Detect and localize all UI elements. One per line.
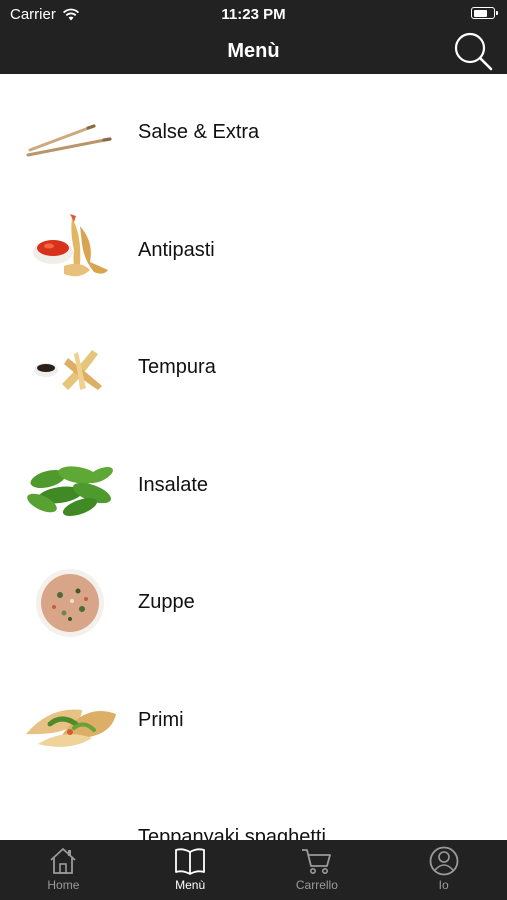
menu-item-salse-extra[interactable]: Salse & Extra — [0, 74, 507, 192]
menu-item-label: Antipasti — [138, 238, 215, 261]
menu-item-label: Teppanyaki spaghetti — [138, 826, 326, 840]
tab-home[interactable]: Home — [0, 840, 127, 900]
book-icon — [175, 848, 206, 875]
battery-icon — [471, 7, 498, 19]
edamame-image — [20, 445, 120, 525]
navigation-bar: Menù — [0, 28, 507, 74]
menu-item-label: Tempura — [138, 356, 216, 379]
tab-label: Home — [47, 878, 80, 892]
tab-cart[interactable]: Carrello — [254, 840, 381, 900]
menu-item-zuppe[interactable]: Zuppe — [0, 544, 507, 662]
menu-item-tempura[interactable]: Tempura — [0, 309, 507, 427]
battery-level — [473, 9, 487, 17]
menu-item-primi[interactable]: Primi — [0, 662, 507, 780]
menu-item-label: Insalate — [138, 473, 209, 496]
menu-category-list[interactable]: Salse & Extra Antipasti Tempura Insalate… — [0, 74, 507, 840]
tab-menu[interactable]: Menù — [127, 840, 254, 900]
clock: 11:23 PM — [221, 6, 286, 23]
status-bar: Carrier 11:23 PM — [0, 0, 507, 28]
fried-dumplings-image — [20, 680, 120, 760]
cart-icon — [301, 849, 331, 874]
tab-label: Io — [438, 878, 449, 892]
chopsticks-image — [20, 93, 120, 173]
tab-label: Carrello — [295, 878, 338, 892]
tab-bar: Home Menù Carrello Io — [0, 840, 507, 900]
menu-item-label: Primi — [138, 708, 184, 731]
tab-profile[interactable]: Io — [380, 840, 507, 900]
menu-item-teppanyaki-spaghetti[interactable]: Teppanyaki spaghetti — [0, 779, 507, 840]
page-title: Menù — [227, 40, 280, 62]
menu-item-label: Salse & Extra — [138, 121, 260, 144]
home-icon — [50, 848, 76, 874]
fried-shrimp-image — [20, 210, 120, 290]
search-button[interactable] — [451, 30, 495, 72]
menu-item-label: Zuppe — [138, 591, 195, 614]
menu-item-antipasti[interactable]: Antipasti — [0, 192, 507, 310]
search-icon — [454, 32, 493, 71]
tempura-image — [20, 328, 120, 408]
tab-label: Menù — [175, 878, 206, 892]
user-icon — [429, 846, 459, 876]
menu-item-insalate[interactable]: Insalate — [0, 427, 507, 545]
teppanyaki-noodles-image — [20, 798, 120, 840]
soup-bowl-image — [20, 563, 120, 643]
